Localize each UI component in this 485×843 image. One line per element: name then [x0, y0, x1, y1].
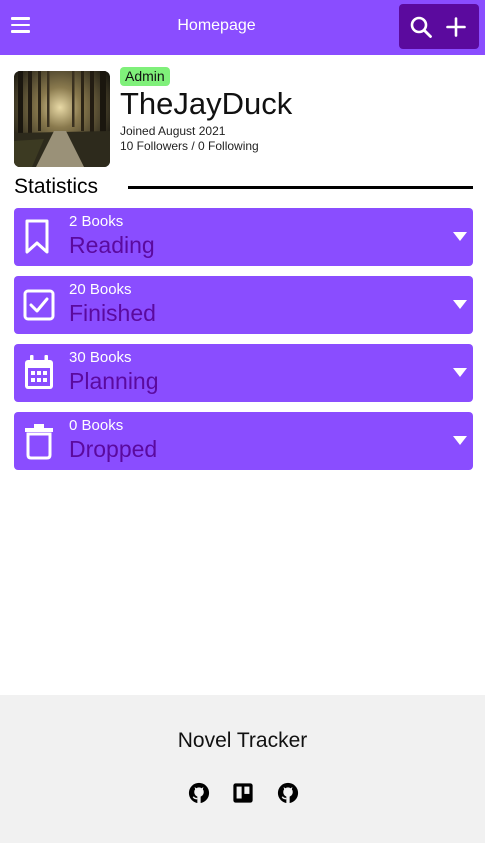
book-count: 30 Books	[69, 349, 132, 366]
footer: Novel Tracker	[0, 695, 485, 843]
list-card-reading[interactable]: 2 Books Reading	[14, 208, 473, 266]
header-actions	[399, 4, 479, 49]
search-icon[interactable]	[409, 15, 433, 39]
github-icon[interactable]	[188, 782, 210, 804]
username: TheJayDuck	[120, 86, 293, 121]
avatar	[14, 71, 110, 167]
book-count: 0 Books	[69, 417, 124, 434]
follow-stats: 10 Followers / 0 Following	[120, 139, 259, 153]
checkbox-icon	[23, 289, 55, 321]
divider	[128, 186, 473, 189]
trash-icon	[25, 424, 53, 460]
chevron-down-icon	[453, 436, 467, 445]
list-label: Dropped	[69, 436, 158, 462]
list-card-planning[interactable]: 30 Books Planning	[14, 344, 473, 402]
book-count: 2 Books	[69, 213, 124, 230]
joined-date: Joined August 2021	[120, 124, 226, 138]
list-card-finished[interactable]: 20 Books Finished	[14, 276, 473, 334]
chevron-down-icon	[453, 300, 467, 309]
book-count: 20 Books	[69, 281, 132, 298]
footer-title: Novel Tracker	[177, 729, 308, 752]
page-title: Homepage	[177, 17, 256, 34]
plus-icon[interactable]	[444, 15, 468, 39]
bookmark-icon	[25, 219, 49, 254]
list-label: Planning	[69, 368, 159, 394]
calendar-icon	[25, 355, 53, 389]
forest-path-photo	[14, 71, 110, 167]
statistics-heading: Statistics	[14, 175, 99, 198]
chevron-down-icon	[453, 368, 467, 377]
list-card-dropped[interactable]: 0 Books Dropped	[14, 412, 473, 470]
chevron-down-icon	[453, 232, 467, 241]
list-label: Finished	[69, 300, 156, 326]
role-badge: Admin	[120, 67, 170, 86]
list-label: Reading	[69, 232, 155, 258]
github-icon[interactable]	[277, 782, 299, 804]
trello-icon[interactable]	[232, 782, 254, 804]
top-app-bar: Homepage	[0, 0, 485, 55]
